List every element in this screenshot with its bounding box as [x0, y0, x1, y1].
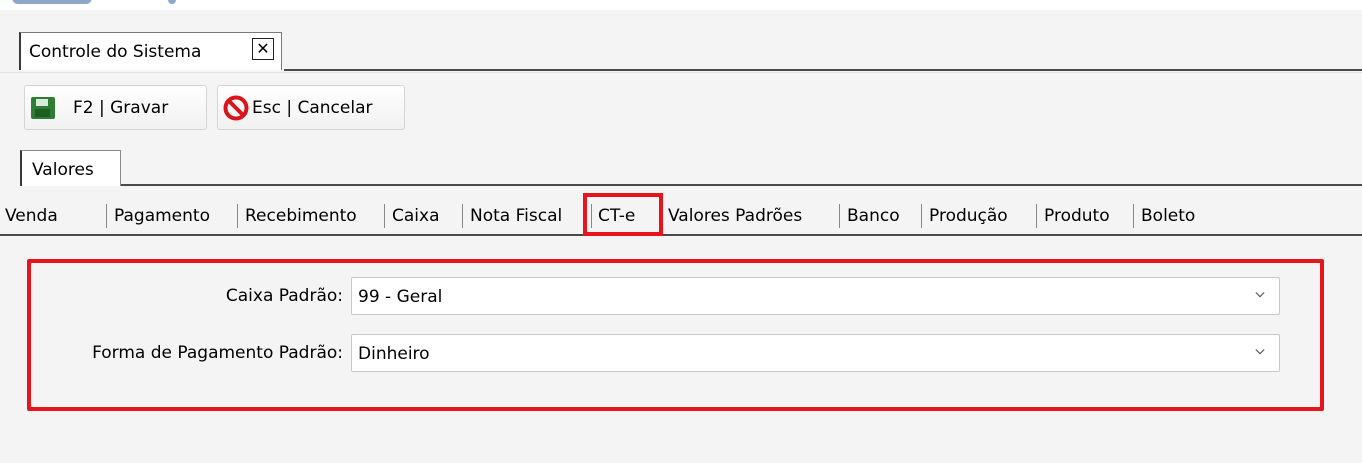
forma-pagamento-padrao-label: Forma de Pagamento Padrão:	[92, 343, 343, 363]
subtab-valores-padroes[interactable]: Valores Padrões	[668, 206, 802, 226]
save-button[interactable]: F2 | Gravar	[24, 85, 207, 130]
subtab-separator	[237, 204, 238, 228]
chevron-down-icon	[1255, 292, 1265, 298]
tab-valores[interactable]: Valores	[20, 150, 121, 186]
close-icon[interactable]: ✕	[252, 38, 274, 60]
cancel-button-label: Esc | Cancelar	[252, 98, 373, 118]
app-logo-dot	[168, 0, 176, 4]
subtab-banco[interactable]: Banco	[847, 206, 900, 226]
app-header-strip	[0, 0, 1362, 10]
floppy-disk-icon	[31, 97, 55, 119]
tab-title: Controle do Sistema	[29, 42, 202, 62]
subtab-separator	[106, 204, 107, 228]
no-entry-icon	[223, 95, 249, 121]
caixa-padrao-label: Caixa Padrão:	[225, 286, 343, 306]
subtab-nota-fiscal[interactable]: Nota Fiscal	[470, 206, 562, 226]
subtab-separator	[1036, 204, 1037, 228]
subtab-separator	[921, 204, 922, 228]
active-tab-highlight	[583, 193, 663, 236]
subtab-separator	[839, 204, 840, 228]
subtab-venda[interactable]: Venda	[5, 206, 58, 226]
subtab-boleto[interactable]: Boleto	[1141, 206, 1195, 226]
subtab-caixa[interactable]: Caixa	[392, 206, 440, 226]
subtab-recebimento[interactable]: Recebimento	[245, 206, 357, 226]
subtab-divider	[0, 234, 1362, 236]
caixa-padrao-value: 99 - Geral	[358, 287, 443, 307]
document-tab-bar: Controle do Sistema ✕	[0, 10, 1362, 71]
subtab-separator	[1133, 204, 1134, 228]
subtab-bar: Venda Pagamento Recebimento Caixa Nota F…	[0, 186, 1362, 238]
subtab-produto[interactable]: Produto	[1044, 206, 1110, 226]
forma-pagamento-padrao-select[interactable]: Dinheiro	[351, 334, 1280, 372]
tab-bar-divider	[284, 69, 1362, 71]
subtab-separator	[462, 204, 463, 228]
subtab-producao[interactable]: Produção	[929, 206, 1008, 226]
tab-valores-label: Valores	[32, 160, 94, 180]
section-tab-bar: Valores	[0, 139, 1362, 186]
toolbar: F2 | Gravar Esc | Cancelar	[0, 72, 1362, 139]
subtab-separator	[384, 204, 385, 228]
save-button-label: F2 | Gravar	[73, 98, 169, 118]
app-logo	[12, 0, 92, 4]
caixa-padrao-select[interactable]: 99 - Geral	[351, 277, 1280, 315]
chevron-down-icon	[1255, 349, 1265, 355]
tab-controle-do-sistema[interactable]: Controle do Sistema ✕	[19, 32, 282, 70]
forma-pagamento-padrao-value: Dinheiro	[358, 344, 430, 364]
cancel-button[interactable]: Esc | Cancelar	[217, 85, 405, 130]
subtab-pagamento[interactable]: Pagamento	[114, 206, 210, 226]
